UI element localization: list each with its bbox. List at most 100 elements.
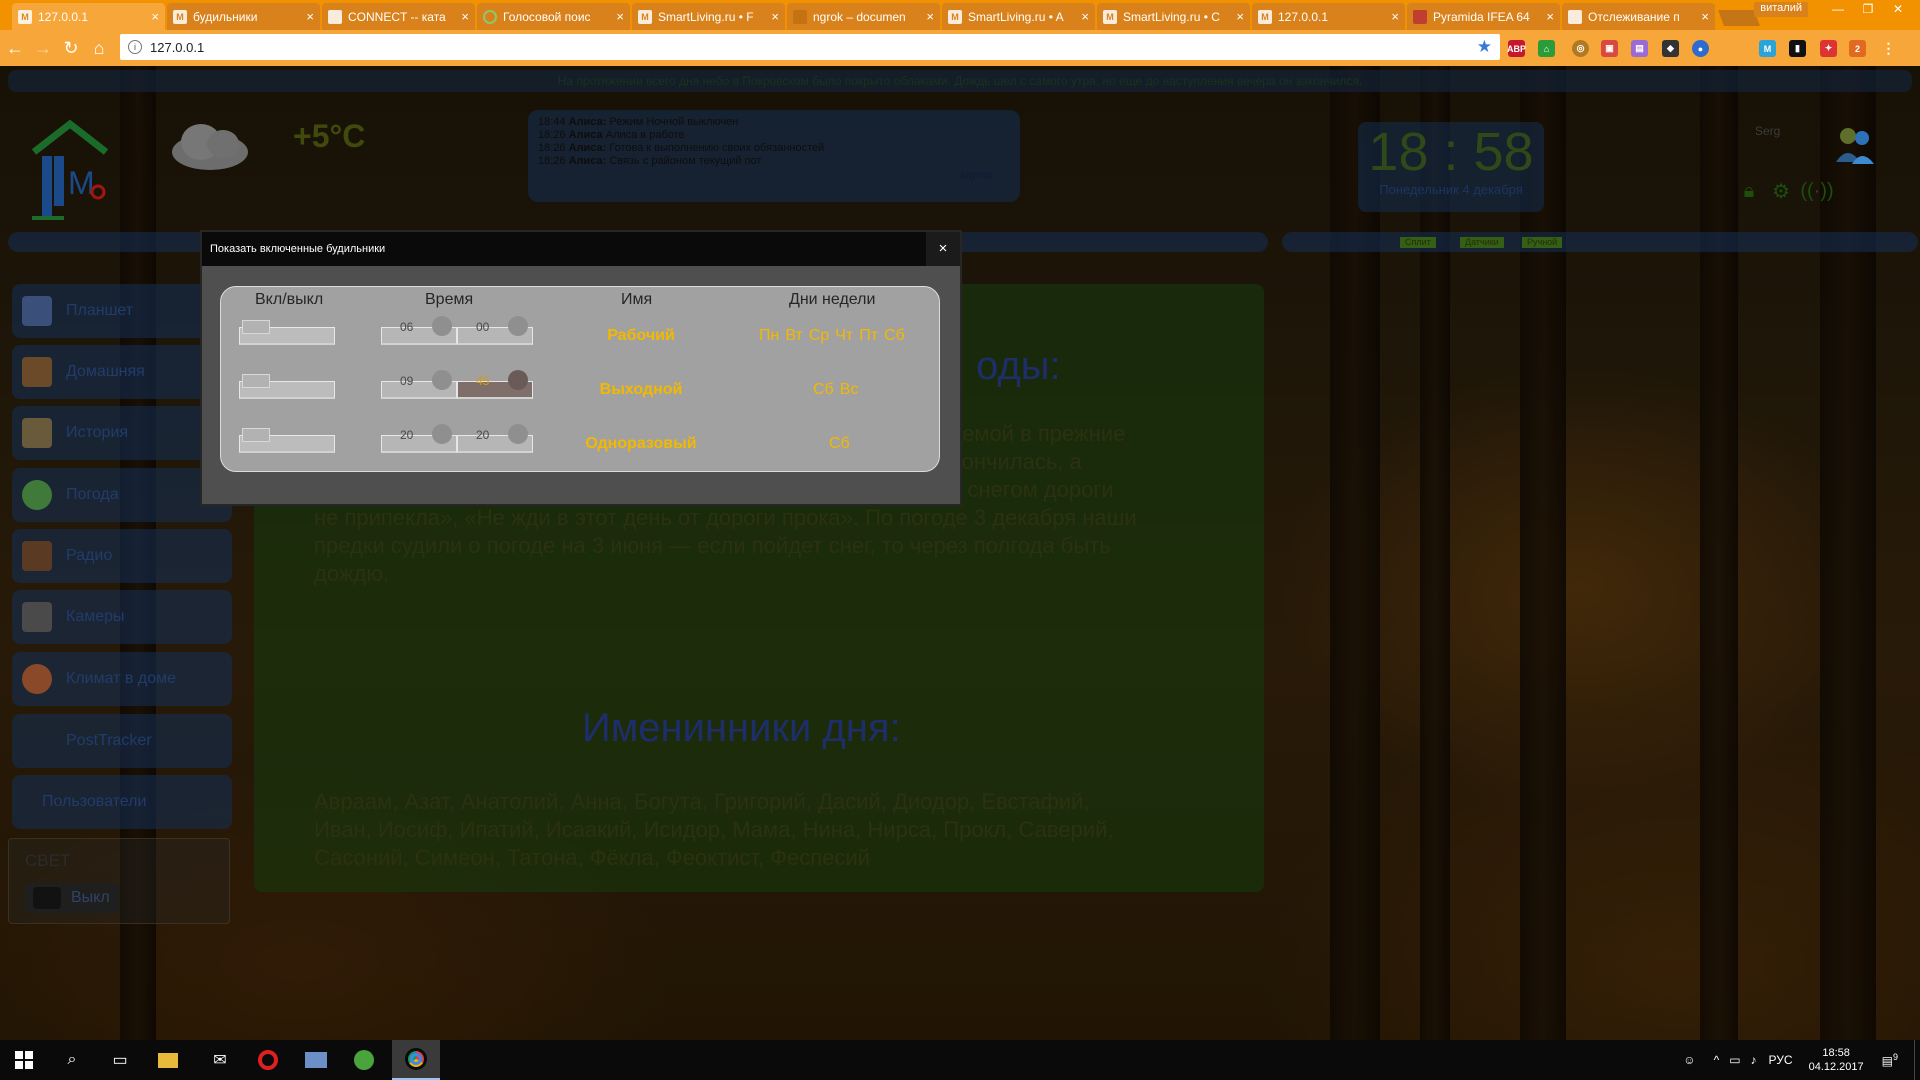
restore-icon[interactable]: ❐: [1854, 0, 1882, 18]
modal-close-button[interactable]: ×: [926, 232, 960, 266]
menu-item-tablet[interactable]: Планшет: [12, 284, 232, 338]
extension-dark-icon[interactable]: ◆: [1662, 40, 1679, 57]
cloudy-weather-icon: [172, 124, 248, 170]
extension-circle-icon[interactable]: ◎: [1572, 40, 1589, 57]
close-icon[interactable]: ×: [771, 9, 779, 24]
users-icon[interactable]: [1832, 122, 1876, 166]
close-icon[interactable]: ×: [1391, 9, 1399, 24]
adblock-icon[interactable]: ABP: [1507, 40, 1526, 57]
language-indicator[interactable]: РУС: [1769, 1053, 1793, 1067]
chip-sensors[interactable]: Датчики: [1460, 237, 1504, 248]
extension-gift-icon[interactable]: ▣: [1601, 40, 1618, 57]
close-icon[interactable]: ×: [616, 9, 624, 24]
extension-black-icon[interactable]: ▮: [1789, 40, 1806, 57]
alarm-toggle[interactable]: [239, 428, 335, 453]
menu-item-users[interactable]: Пользователи: [12, 775, 232, 829]
network-icon[interactable]: ▭: [1729, 1053, 1740, 1067]
close-icon[interactable]: ×: [1081, 9, 1089, 24]
reload-icon[interactable]: ↻: [58, 35, 84, 61]
tab-connect[interactable]: CONNECT -- ката ×: [322, 3, 475, 30]
tab-smartliving-1[interactable]: M SmartLiving.ru • F ×: [632, 3, 785, 30]
menu-item-history[interactable]: История: [12, 406, 232, 460]
extension-m-icon[interactable]: M: [1759, 40, 1776, 57]
menu-item-home[interactable]: Домашняя: [12, 345, 232, 399]
clock[interactable]: 18:58 04.12.2017: [1809, 1046, 1864, 1074]
tab-ngrok[interactable]: ngrok – documen ×: [787, 3, 940, 30]
tab-smartliving-3[interactable]: M SmartLiving.ru • С ×: [1097, 3, 1250, 30]
volume-icon[interactable]: ♪: [1751, 1053, 1757, 1067]
menu-item-posttracker[interactable]: PostTracker: [12, 714, 232, 768]
chip-manual[interactable]: Ручной: [1522, 237, 1563, 248]
close-icon[interactable]: ×: [1236, 9, 1244, 24]
bookmark-star-icon[interactable]: ★: [1477, 37, 1492, 57]
chip-split[interactable]: Сплит: [1400, 237, 1436, 248]
hour-spinner[interactable]: 20: [381, 424, 457, 453]
tab-title: ngrok – documen: [813, 9, 906, 24]
lights-toggle-button[interactable]: Выкл: [25, 883, 119, 913]
close-icon[interactable]: ×: [926, 9, 934, 24]
home-icon[interactable]: ⌂: [86, 35, 112, 61]
search-icon[interactable]: ⌕: [48, 1040, 96, 1080]
chrome-menu-icon[interactable]: ⋮: [1880, 40, 1897, 57]
opera-icon[interactable]: [244, 1040, 292, 1080]
tab-title: будильники: [193, 9, 258, 24]
extension-purple-icon[interactable]: ▤: [1631, 40, 1648, 57]
network-app-icon[interactable]: [292, 1040, 340, 1080]
mail-icon[interactable]: ✉: [196, 1040, 244, 1080]
chevron-up-icon[interactable]: ^: [1714, 1053, 1720, 1067]
extension-red-icon[interactable]: ✦: [1820, 40, 1837, 57]
url-text: 127.0.0.1: [150, 39, 205, 55]
lock-icon[interactable]: 🔒︎: [1736, 178, 1762, 204]
address-bar[interactable]: i 127.0.0.1 ★: [120, 34, 1500, 60]
window-close-icon[interactable]: ✕: [1884, 0, 1912, 18]
tab-127-0-0-1-second[interactable]: M 127.0.0.1 ×: [1252, 3, 1405, 30]
forward-arrow-icon[interactable]: →: [30, 35, 56, 61]
profile-button[interactable]: виталий: [1754, 2, 1808, 17]
minute-spinner[interactable]: 00: [457, 316, 533, 345]
close-icon[interactable]: ×: [1546, 9, 1554, 24]
close-icon[interactable]: ×: [306, 9, 314, 24]
show-desktop-button[interactable]: [1914, 1040, 1920, 1080]
tab-127-0-0-1[interactable]: M 127.0.0.1 ×: [12, 3, 165, 30]
log-entry: 18:26 Алиса: Готова к выполнению своих о…: [538, 142, 825, 154]
utorrent-icon[interactable]: [340, 1040, 388, 1080]
extension-house-icon[interactable]: ⌂: [1538, 40, 1555, 57]
extension-blue-icon[interactable]: ●: [1692, 40, 1709, 57]
tab-tracking[interactable]: Отслеживание п ×: [1562, 3, 1715, 30]
tab-smartliving-2[interactable]: M SmartLiving.ru • A ×: [942, 3, 1095, 30]
file-explorer-icon[interactable]: [144, 1040, 192, 1080]
clock-widget: 18 : 58 Понедельник 4 декабря: [1358, 122, 1544, 212]
menu-item-cameras[interactable]: Камеры: [12, 590, 232, 644]
tab-voice-search[interactable]: Голосовой поис ×: [477, 3, 630, 30]
menu-label: Планшет: [66, 302, 134, 319]
menu-item-radio[interactable]: Радио: [12, 529, 232, 583]
minute-spinner[interactable]: 20: [457, 424, 533, 453]
alarm-toggle[interactable]: [239, 374, 335, 399]
people-icon[interactable]: ☺: [1683, 1053, 1695, 1067]
hour-spinner[interactable]: 06: [381, 316, 457, 345]
document-favicon-icon: [328, 9, 342, 24]
minute-spinner[interactable]: 45: [457, 370, 533, 399]
tab-alarms[interactable]: M будильники ×: [167, 3, 320, 30]
minimize-icon[interactable]: —: [1824, 0, 1852, 18]
alarm-name: Рабочий: [607, 327, 675, 344]
close-icon[interactable]: ×: [151, 9, 159, 24]
notifications-icon[interactable]: ▤9: [1882, 1052, 1898, 1068]
chrome-icon[interactable]: [392, 1040, 440, 1080]
tab-pyramida[interactable]: Pyramida IFEA 64 ×: [1407, 3, 1560, 30]
info-icon[interactable]: i: [128, 40, 142, 54]
task-view-icon[interactable]: ▭: [96, 1040, 144, 1080]
close-icon[interactable]: ×: [461, 9, 469, 24]
page-viewport: На протяжении всего дня небо в Покровско…: [0, 66, 1920, 1040]
windows-start-icon[interactable]: [0, 1040, 48, 1080]
menu-item-weather[interactable]: Погода: [12, 468, 232, 522]
extension-badge-icon[interactable]: 2: [1849, 40, 1866, 57]
gear-icon[interactable]: ⚙: [1768, 178, 1794, 204]
back-arrow-icon[interactable]: ←: [2, 35, 28, 61]
signal-icon[interactable]: ((·)): [1800, 178, 1833, 204]
close-icon[interactable]: ×: [1701, 9, 1709, 24]
menu-item-climate[interactable]: Климат в доме: [12, 652, 232, 706]
tab-title: Pyramida IFEA 64: [1433, 9, 1530, 24]
alarm-toggle[interactable]: [239, 320, 335, 345]
hour-spinner[interactable]: 09: [381, 370, 457, 399]
